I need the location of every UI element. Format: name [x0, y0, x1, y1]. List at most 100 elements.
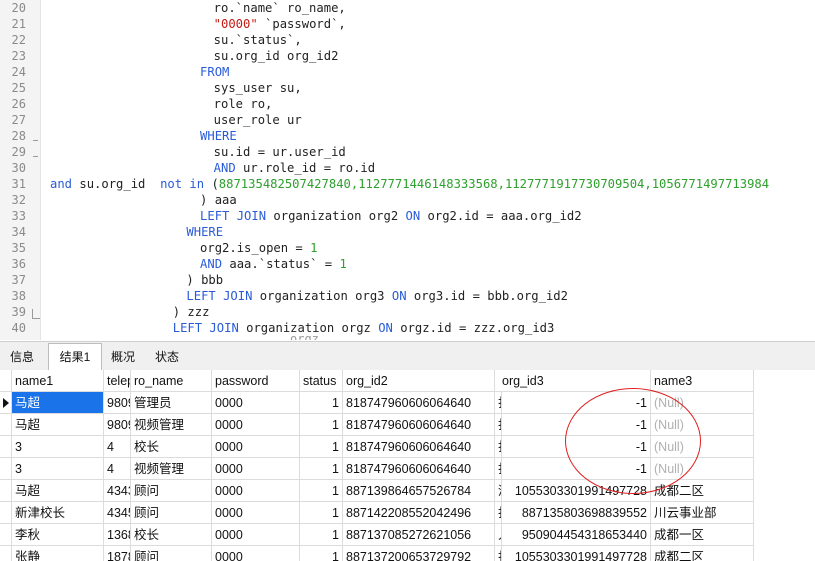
- tab-profile[interactable]: 概况: [102, 346, 144, 368]
- table-cell[interactable]: 马超: [12, 414, 104, 436]
- code-line[interactable]: 23 su.org_id org_id2: [0, 48, 815, 64]
- row-marker[interactable]: [0, 502, 12, 524]
- table-cell[interactable]: 0000: [212, 458, 300, 480]
- row-marker[interactable]: [0, 480, 12, 502]
- column-header[interactable]: status: [300, 370, 343, 392]
- table-cell[interactable]: 0000: [212, 436, 300, 458]
- table-cell[interactable]: 0000: [212, 524, 300, 546]
- fold-marker-icon[interactable]: [32, 309, 40, 319]
- table-cell[interactable]: 818747960606064640: [343, 392, 495, 414]
- table-cell[interactable]: 1: [300, 480, 343, 502]
- column-header[interactable]: ro_name: [131, 370, 212, 392]
- table-cell[interactable]: 4: [104, 458, 131, 480]
- table-cell[interactable]: 0000: [212, 480, 300, 502]
- table-cell[interactable]: 0000: [212, 392, 300, 414]
- table-row[interactable]: 李秋1368校长00001887137085272621056人95090445…: [0, 524, 815, 546]
- table-cell[interactable]: 1: [300, 436, 343, 458]
- sql-editor[interactable]: 20 ro.`name` ro_name, 21 "0000" `password`,…: [0, 0, 815, 340]
- table-cell[interactable]: 887142208552042496: [343, 502, 495, 524]
- table-cell[interactable]: 1055303301991497728: [499, 546, 651, 561]
- table-cell[interactable]: 1: [300, 458, 343, 480]
- code-line[interactable]: 33 LEFT JOIN organization org2 ON org2.id…: [0, 208, 815, 224]
- table-cell[interactable]: 0000: [212, 502, 300, 524]
- table-cell[interactable]: 887139864657526784: [343, 480, 495, 502]
- table-cell[interactable]: 4343: [104, 480, 131, 502]
- table-cell[interactable]: 818747960606064640: [343, 458, 495, 480]
- table-cell[interactable]: 1: [300, 546, 343, 561]
- code-line[interactable]: 28 WHERE: [0, 128, 815, 144]
- table-cell[interactable]: 950904454318653440: [499, 524, 651, 546]
- table-cell[interactable]: 887137200653729792: [343, 546, 495, 561]
- column-header[interactable]: telep: [104, 370, 131, 392]
- row-marker[interactable]: [0, 458, 12, 480]
- code-line[interactable]: 26 role ro,: [0, 96, 815, 112]
- table-cell[interactable]: 视频管理: [131, 414, 212, 436]
- code-line[interactable]: 32) aaa: [0, 192, 815, 208]
- table-cell[interactable]: 管理员: [131, 392, 212, 414]
- table-cell[interactable]: 新津校长: [12, 502, 104, 524]
- table-cell[interactable]: 成都一区: [651, 524, 754, 546]
- code-line[interactable]: 21 "0000" `password`,: [0, 16, 815, 32]
- table-cell[interactable]: 顾问: [131, 546, 212, 561]
- table-cell[interactable]: 校长: [131, 436, 212, 458]
- column-header[interactable]: name3: [651, 370, 754, 392]
- column-header[interactable]: name1: [12, 370, 104, 392]
- code-line[interactable]: 24 FROM: [0, 64, 815, 80]
- code-line[interactable]: 37) bbb: [0, 272, 815, 288]
- table-cell[interactable]: 1: [300, 524, 343, 546]
- table-row[interactable]: 马超4343顾问00001887139864657526784清10553033…: [0, 480, 815, 502]
- table-cell[interactable]: 1: [300, 414, 343, 436]
- code-line[interactable]: 31 and su.org_id not in (8871354825074278…: [0, 176, 815, 192]
- code-line[interactable]: 38 LEFT JOIN organization org3 ON org3.id…: [0, 288, 815, 304]
- table-cell[interactable]: 4345: [104, 502, 131, 524]
- column-header[interactable]: password: [212, 370, 300, 392]
- table-cell[interactable]: 马超: [12, 392, 104, 414]
- code-line[interactable]: 40 LEFT JOIN organization orgz ON orgz.id…: [0, 320, 815, 336]
- table-cell[interactable]: 成都二区: [651, 546, 754, 561]
- table-cell[interactable]: 顾问: [131, 502, 212, 524]
- row-marker[interactable]: [0, 546, 12, 561]
- table-cell[interactable]: 1: [300, 392, 343, 414]
- code-line[interactable]: 39) zzz: [0, 304, 815, 320]
- table-row[interactable]: 新津校长4345顾问00001887142208552042496打887135…: [0, 502, 815, 524]
- table-cell[interactable]: 视频管理: [131, 458, 212, 480]
- table-cell[interactable]: 887137085272621056: [343, 524, 495, 546]
- tab-info[interactable]: 信息: [2, 346, 42, 368]
- table-cell[interactable]: 9809: [104, 392, 131, 414]
- table-cell[interactable]: 马超: [12, 480, 104, 502]
- row-marker[interactable]: [0, 392, 12, 414]
- table-cell[interactable]: 4: [104, 436, 131, 458]
- table-row[interactable]: 马超9809管理员00001818747960606064640打-1(Null…: [0, 392, 815, 414]
- table-cell[interactable]: 1: [300, 502, 343, 524]
- table-cell[interactable]: 川云事业部: [651, 502, 754, 524]
- table-row[interactable]: 张静1878顾问00001887137200653729792打10553033…: [0, 546, 815, 561]
- table-cell[interactable]: 张静: [12, 546, 104, 561]
- table-cell[interactable]: 3: [12, 458, 104, 480]
- code-line[interactable]: 30 AND ur.role_id = ro.id: [0, 160, 815, 176]
- table-cell[interactable]: 校长: [131, 524, 212, 546]
- column-header[interactable]: org_id2: [343, 370, 495, 392]
- table-cell[interactable]: 9809: [104, 414, 131, 436]
- tab-status[interactable]: 状态: [146, 346, 188, 368]
- table-cell[interactable]: 887135803698839552: [499, 502, 651, 524]
- row-marker[interactable]: [0, 524, 12, 546]
- code-line[interactable]: 35 org2.is_open = 1: [0, 240, 815, 256]
- row-marker[interactable]: [0, 414, 12, 436]
- code-line[interactable]: 34 WHERE: [0, 224, 815, 240]
- table-cell[interactable]: 李秋: [12, 524, 104, 546]
- row-marker[interactable]: [0, 436, 12, 458]
- table-cell[interactable]: 0000: [212, 414, 300, 436]
- table-cell[interactable]: 1878: [104, 546, 131, 561]
- code-line[interactable]: 29 su.id = ur.user_id: [0, 144, 815, 160]
- table-cell[interactable]: 818747960606064640: [343, 436, 495, 458]
- code-line[interactable]: 27 user_role ur: [0, 112, 815, 128]
- code-line[interactable]: 20 ro.`name` ro_name,: [0, 0, 815, 16]
- table-cell[interactable]: 顾问: [131, 480, 212, 502]
- code-line[interactable]: 36 AND aaa.`status` = 1: [0, 256, 815, 272]
- table-cell[interactable]: 0000: [212, 546, 300, 561]
- table-cell[interactable]: 1368: [104, 524, 131, 546]
- tab-result1[interactable]: 结果1: [48, 343, 102, 370]
- table-cell[interactable]: 3: [12, 436, 104, 458]
- code-line[interactable]: 25 sys_user su,: [0, 80, 815, 96]
- table-cell[interactable]: 818747960606064640: [343, 414, 495, 436]
